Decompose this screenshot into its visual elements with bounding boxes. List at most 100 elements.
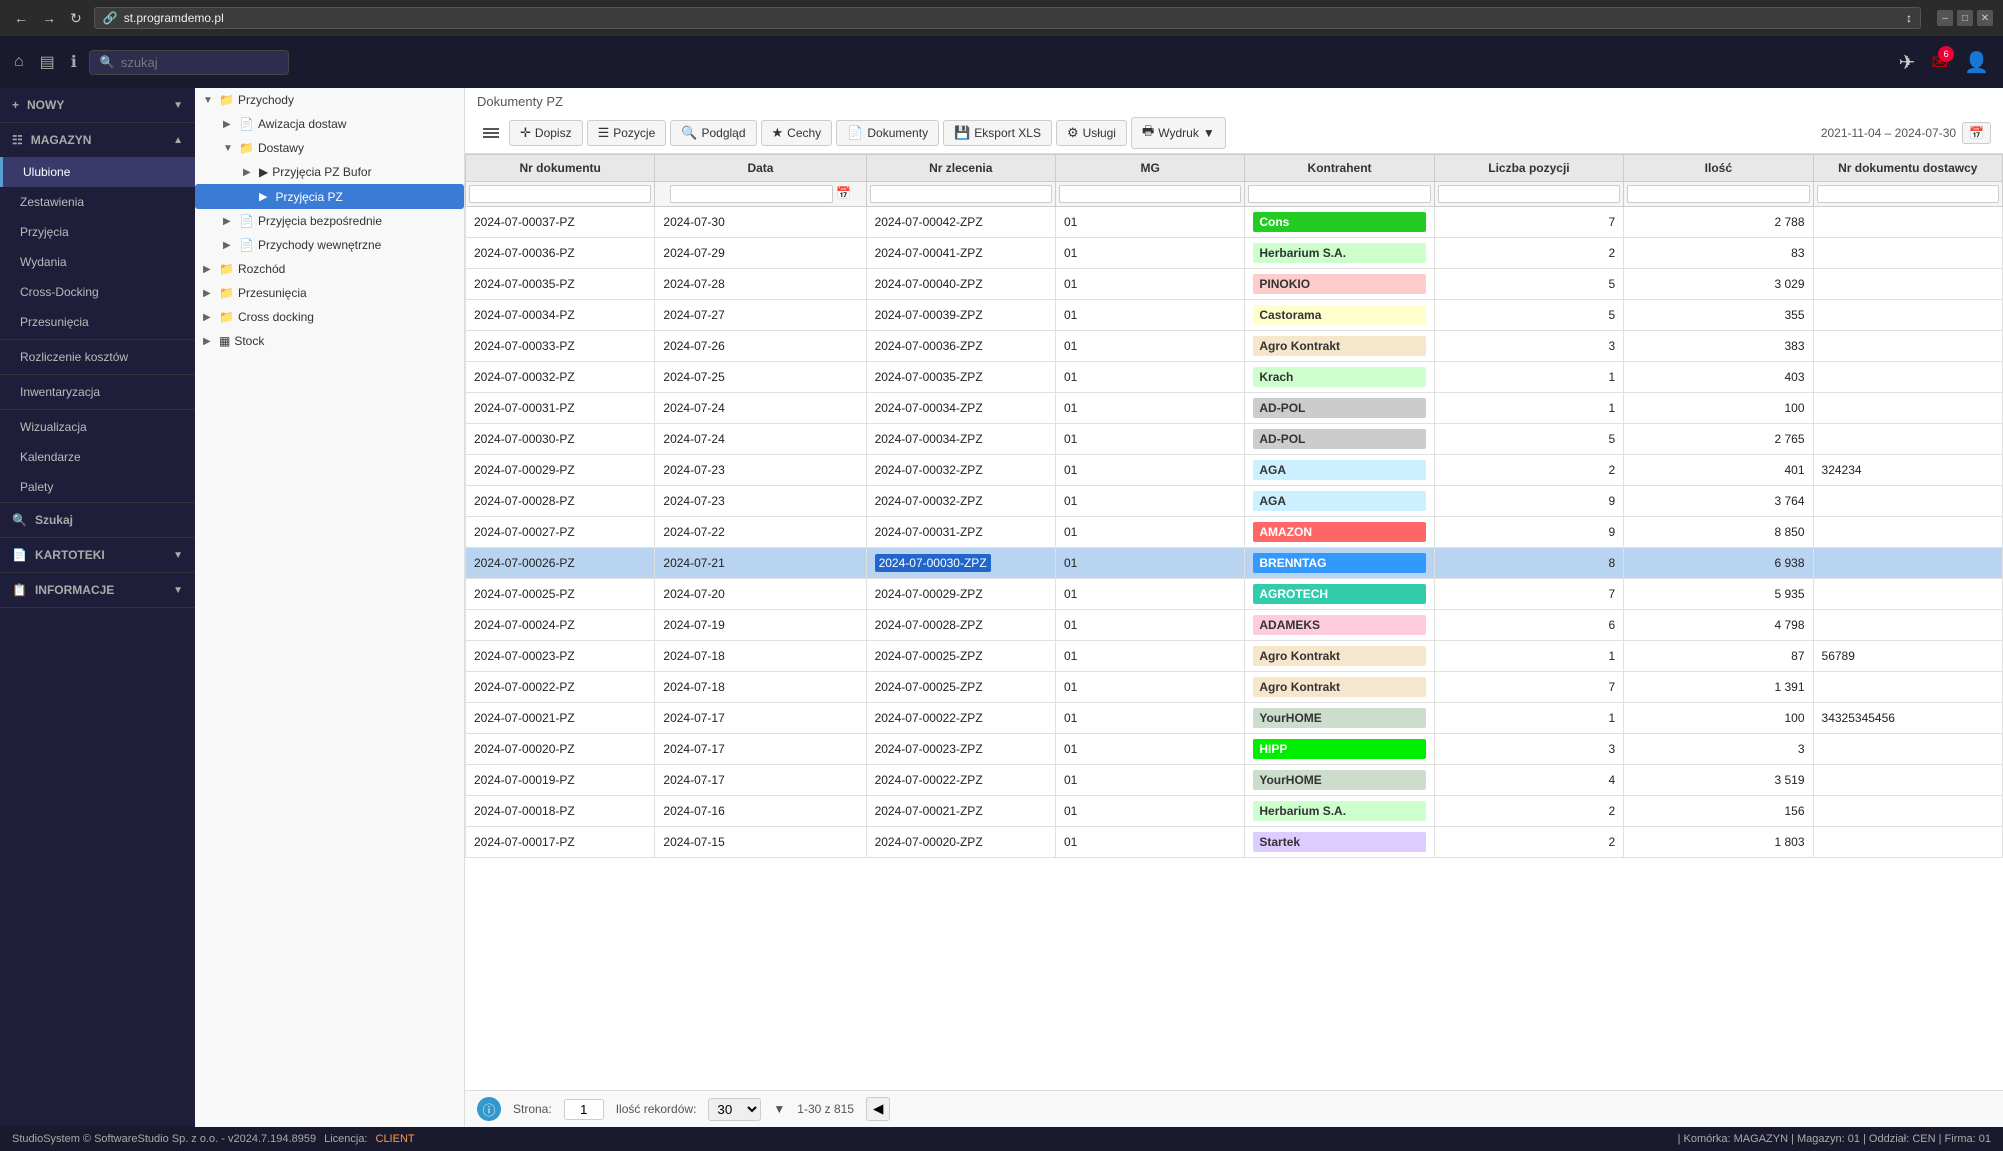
podglad-button[interactable]: 🔍 Podgląd (670, 120, 756, 146)
search-box[interactable]: 🔍 (89, 50, 289, 75)
nav-back-icon[interactable]: ← (10, 8, 32, 28)
tree-przyjecia-pz[interactable]: ▶ Przyjęcia PZ (195, 184, 464, 209)
pozycje-button[interactable]: ☰ Pozycje (587, 120, 667, 146)
hamburger-menu[interactable] (477, 122, 505, 144)
table-row[interactable]: 2024-07-00025-PZ2024-07-202024-07-00029-… (466, 579, 2003, 610)
wydruk-button[interactable]: 🖶 Wydruk ▼ (1131, 117, 1226, 149)
tree-dostawy[interactable]: ▼ 📁 Dostawy (195, 136, 464, 160)
notification-bell[interactable]: ✉ 6 (1931, 50, 1948, 75)
info-icon[interactable]: ℹ (67, 48, 81, 76)
sidebar-item-rozliczenie[interactable]: Rozliczenie kosztów (0, 342, 195, 372)
filter-data-input[interactable] (670, 185, 833, 203)
table-row[interactable]: 2024-07-00028-PZ2024-07-232024-07-00032-… (466, 486, 2003, 517)
filter-nr-zlecenia-input[interactable] (870, 185, 1052, 203)
sidebar-item-ulubione[interactable]: Ulubione (0, 157, 195, 187)
sidebar-szukaj-header[interactable]: 🔍 Szukaj (0, 503, 195, 537)
tree-przesuniecia[interactable]: ▶ 📁 Przesunięcia (195, 281, 464, 305)
flight-icon[interactable]: ✈ (1895, 46, 1920, 79)
dokumenty-button[interactable]: 📄 Dokumenty (836, 120, 939, 146)
tree-cross-docking[interactable]: ▶ 📁 Cross docking (195, 305, 464, 329)
folder-przesuniecia-icon: 📁 (219, 286, 234, 300)
filter-ilosc-input[interactable] (1627, 185, 1809, 203)
cechy-button[interactable]: ★ Cechy (761, 120, 833, 146)
sidebar-item-inwentaryzacja[interactable]: Inwentaryzacja (0, 377, 195, 407)
adjust-icon[interactable]: ↕ (1906, 11, 1912, 25)
table-row[interactable]: 2024-07-00020-PZ2024-07-172024-07-00023-… (466, 734, 2003, 765)
grid-icon[interactable]: ▤ (36, 48, 59, 76)
dopisz-button[interactable]: ✛ Dopisz (509, 120, 583, 146)
sidebar-item-cross-docking[interactable]: Cross-Docking (0, 277, 195, 307)
table-row[interactable]: 2024-07-00035-PZ2024-07-282024-07-00040-… (466, 269, 2003, 300)
page-input[interactable] (564, 1099, 604, 1120)
table-row[interactable]: 2024-07-00030-PZ2024-07-242024-07-00034-… (466, 424, 2003, 455)
table-row[interactable]: 2024-07-00019-PZ2024-07-172024-07-00022-… (466, 765, 2003, 796)
sidebar-item-przyjecia[interactable]: Przyjęcia (0, 217, 195, 247)
tree-pz-bufor[interactable]: ▶ ▶ Przyjęcia PZ Bufor (195, 160, 464, 184)
sidebar-kartoteki-header[interactable]: 📄 KARTOTEKI ▼ (0, 538, 195, 572)
sidebar-magazyn-header[interactable]: ☷ MAGAZYN ▲ (0, 123, 195, 157)
filter-lp-input[interactable] (1438, 185, 1620, 203)
filter-kontrahent-input[interactable] (1248, 185, 1430, 203)
table-row[interactable]: 2024-07-00031-PZ2024-07-242024-07-00034-… (466, 393, 2003, 424)
nav-reload-icon[interactable]: ↻ (66, 8, 86, 29)
sidebar-informacje-header[interactable]: 📋 INFORMACJE ▼ (0, 573, 195, 607)
table-row[interactable]: 2024-07-00034-PZ2024-07-272024-07-00039-… (466, 300, 2003, 331)
table-row[interactable]: 2024-07-00024-PZ2024-07-192024-07-00028-… (466, 610, 2003, 641)
table-row[interactable]: 2024-07-00022-PZ2024-07-182024-07-00025-… (466, 672, 2003, 703)
table-row[interactable]: 2024-07-00027-PZ2024-07-222024-07-00031-… (466, 517, 2003, 548)
tree-przychody-wew[interactable]: ▶ 📄 Przychody wewnętrzne (195, 233, 464, 257)
table-row[interactable]: 2024-07-00023-PZ2024-07-182024-07-00025-… (466, 641, 2003, 672)
filter-liczba-pozycji[interactable] (1434, 182, 1623, 207)
table-row[interactable]: 2024-07-00018-PZ2024-07-162024-07-00021-… (466, 796, 2003, 827)
user-icon[interactable]: 👤 (1960, 46, 1993, 79)
sidebar-item-przesuniecia[interactable]: Przesunięcia (0, 307, 195, 337)
table-row[interactable]: 2024-07-00026-PZ2024-07-212024-07-00030-… (466, 548, 2003, 579)
sidebar-nowy-header[interactable]: + NOWY ▼ (0, 88, 195, 122)
filter-kontrahent[interactable] (1245, 182, 1434, 207)
sidebar-item-wizualizacja[interactable]: Wizualizacja (0, 412, 195, 442)
address-bar[interactable]: 🔗 st.programdemo.pl ↕ (94, 7, 1921, 29)
tree-przychody[interactable]: ▼ 📁 Przychody (195, 88, 464, 112)
minimize-button[interactable]: – (1937, 10, 1953, 26)
home-icon[interactable]: ⌂ (10, 49, 28, 75)
eksport-xls-button[interactable]: 💾 Eksport XLS (943, 120, 1052, 146)
table-row[interactable]: 2024-07-00032-PZ2024-07-252024-07-00035-… (466, 362, 2003, 393)
calendar-filter-icon[interactable]: 📅 (836, 186, 851, 200)
records-select[interactable]: 30 50 100 (708, 1098, 761, 1121)
calendar-button[interactable]: 📅 (1962, 122, 1991, 144)
filter-mg[interactable] (1055, 182, 1244, 207)
tree-przyjecia-bezp[interactable]: ▶ 📄 Przyjęcia bezpośrednie (195, 209, 464, 233)
filter-nr-dokumentu-input[interactable] (469, 185, 651, 203)
filter-nr-zlecenia[interactable] (866, 182, 1055, 207)
sidebar-item-kalendarze[interactable]: Kalendarze (0, 442, 195, 472)
table-row[interactable]: 2024-07-00017-PZ2024-07-152024-07-00020-… (466, 827, 2003, 858)
filter-mg-input[interactable] (1059, 185, 1241, 203)
search-input[interactable] (121, 55, 271, 70)
uslugi-button[interactable]: ⚙ Usługi (1056, 120, 1127, 146)
filter-ilosc[interactable] (1624, 182, 1813, 207)
filter-nr-dokumentu[interactable] (466, 182, 655, 207)
maximize-button[interactable]: □ (1957, 10, 1973, 26)
cell-data: 2024-07-16 (655, 796, 866, 827)
tree-stock[interactable]: ▶ ▦ Stock (195, 329, 464, 353)
close-button[interactable]: ✕ (1977, 10, 1993, 26)
table-row[interactable]: 2024-07-00037-PZ2024-07-302024-07-00042-… (466, 207, 2003, 238)
tree-rozchod[interactable]: ▶ 📁 Rozchód (195, 257, 464, 281)
table-row[interactable]: 2024-07-00036-PZ2024-07-292024-07-00041-… (466, 238, 2003, 269)
table-row[interactable]: 2024-07-00021-PZ2024-07-172024-07-00022-… (466, 703, 2003, 734)
info-button[interactable]: ⓘ (477, 1097, 501, 1121)
sidebar-item-palety[interactable]: Palety (0, 472, 195, 502)
nav-forward-icon[interactable]: → (38, 8, 60, 28)
filter-data[interactable]: 📅 (655, 182, 866, 207)
cell-data: 2024-07-29 (655, 238, 866, 269)
cell-lp: 5 (1434, 424, 1623, 455)
table-row[interactable]: 2024-07-00033-PZ2024-07-262024-07-00036-… (466, 331, 2003, 362)
filter-ndd-input[interactable] (1817, 185, 1999, 203)
tree-awizacja[interactable]: ▶ 📄 Awizacja dostaw (195, 112, 464, 136)
sidebar-divider (0, 339, 195, 340)
sidebar-item-zestawienia[interactable]: Zestawienia (0, 187, 195, 217)
table-row[interactable]: 2024-07-00029-PZ2024-07-232024-07-00032-… (466, 455, 2003, 486)
sidebar-item-wydania[interactable]: Wydania (0, 247, 195, 277)
filter-nr-dok-dostawcy[interactable] (1813, 182, 2002, 207)
prev-page-button[interactable]: ◀ (866, 1097, 890, 1121)
